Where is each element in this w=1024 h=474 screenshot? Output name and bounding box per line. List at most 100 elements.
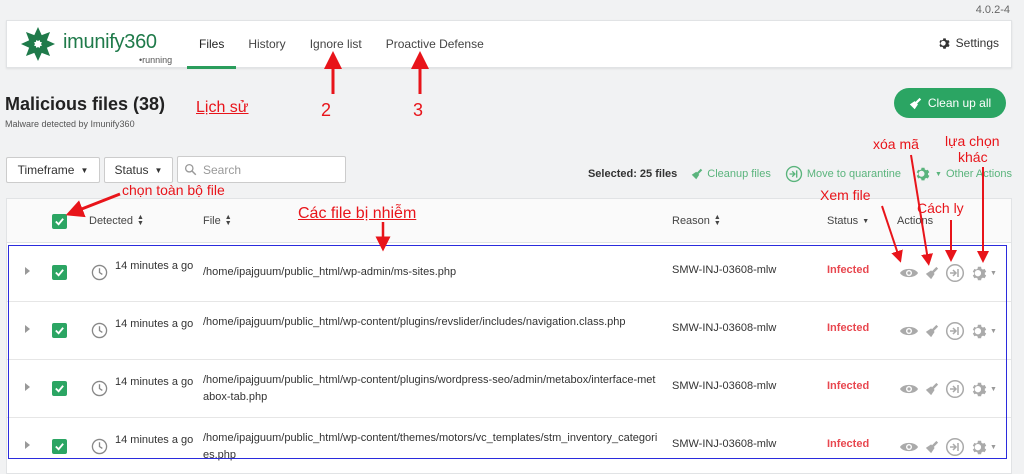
gear-icon	[972, 440, 987, 454]
status-filter-label: Status	[114, 163, 149, 177]
search-box[interactable]	[177, 156, 346, 183]
check-icon	[55, 218, 64, 226]
table-row[interactable]: 14 minutes a go /home/ipajguum/public_ht…	[7, 244, 1011, 302]
expand-row-icon[interactable]	[25, 267, 30, 275]
row-checkbox[interactable]	[52, 265, 67, 280]
status-badge: Infected	[827, 380, 870, 392]
column-detected-label: Detected	[89, 215, 134, 227]
more-actions-button[interactable]: ▼	[971, 381, 997, 398]
caret-down-icon: ▼	[990, 327, 997, 335]
broom-icon[interactable]	[925, 440, 939, 454]
search-icon	[184, 163, 197, 176]
brand-logo[interactable]: imunify360 •running	[19, 25, 189, 65]
page-title: Malicious files (38)	[5, 94, 166, 114]
main-nav: Files History Ignore list Proactive Defe…	[187, 21, 496, 69]
eye-icon[interactable]	[899, 324, 919, 338]
check-icon	[55, 385, 64, 393]
brand-status: •running	[139, 55, 173, 65]
reason-code: SMW-INJ-03608-mlw	[672, 322, 777, 334]
reason-code: SMW-INJ-03608-mlw	[672, 264, 777, 276]
table-row[interactable]: 14 minutes a go /home/ipajguum/public_ht…	[7, 302, 1011, 360]
row-actions: ▼	[899, 379, 997, 399]
timeframe-dropdown[interactable]: Timeframe ▼	[6, 157, 100, 183]
gear-icon	[972, 324, 987, 338]
page-subtitle: Malware detected by Imunify360	[5, 119, 135, 129]
nav-tab-files[interactable]: Files	[187, 21, 237, 69]
row-checkbox[interactable]	[52, 323, 67, 338]
settings-button[interactable]: Settings	[938, 36, 999, 50]
quarantine-icon[interactable]	[945, 437, 965, 457]
select-all-checkbox[interactable]	[52, 214, 67, 229]
quarantine-icon	[785, 165, 802, 183]
caret-down-icon: ▼	[154, 165, 163, 175]
detected-time: 14 minutes a go	[115, 260, 194, 272]
imunify-logo-icon	[21, 27, 55, 61]
caret-down-icon: ▼	[80, 165, 89, 175]
table-header: Detected ▲ ▼ File ▲ ▼ Reason ▲ ▼ Status ▼ A…	[7, 199, 1011, 243]
broom-icon[interactable]	[925, 324, 939, 338]
eye-icon[interactable]	[899, 266, 919, 280]
more-actions-button[interactable]: ▼	[971, 439, 997, 456]
sort-icon: ▲ ▼	[713, 214, 721, 227]
broom-icon	[692, 168, 703, 180]
table-row[interactable]: 14 minutes a go /home/ipajguum/public_ht…	[7, 418, 1011, 474]
quarantine-icon[interactable]	[945, 379, 965, 399]
column-file[interactable]: File ▲ ▼	[203, 214, 232, 227]
cleanup-files-button[interactable]: Cleanup files	[691, 168, 771, 180]
settings-label: Settings	[955, 36, 999, 50]
annotation-cac-file: Các file bị nhiễm	[298, 205, 417, 222]
expand-row-icon[interactable]	[25, 325, 30, 333]
detected-time: 14 minutes a go	[115, 318, 194, 330]
broom-icon[interactable]	[925, 266, 939, 280]
table-row[interactable]: 14 minutes a go /home/ipajguum/public_ht…	[7, 360, 1011, 418]
clock-icon	[91, 322, 108, 339]
more-actions-button[interactable]: ▼	[971, 323, 997, 340]
check-icon	[55, 443, 64, 451]
expand-row-icon[interactable]	[25, 383, 30, 391]
row-checkbox[interactable]	[52, 381, 67, 396]
clock-icon	[91, 380, 108, 397]
reason-code: SMW-INJ-03608-mlw	[672, 438, 777, 450]
annotation-chon-toan-bo: chọn toàn bộ file	[122, 182, 225, 198]
other-actions-button[interactable]: ▼ Other Actions	[915, 166, 1012, 182]
sort-icon: ▲ ▼	[137, 214, 144, 227]
eye-icon[interactable]	[899, 440, 919, 454]
search-input[interactable]	[203, 162, 333, 177]
quarantine-icon[interactable]	[945, 321, 965, 341]
column-status[interactable]: Status ▼	[827, 215, 869, 227]
caret-down-icon: ▼	[990, 269, 997, 277]
cleanup-files-label: Cleanup files	[707, 168, 771, 180]
expand-row-icon[interactable]	[25, 441, 30, 449]
quarantine-icon[interactable]	[945, 263, 965, 283]
clean-up-all-button[interactable]: Clean up all	[894, 88, 1006, 118]
version-label: 4.0.2-4	[975, 4, 1010, 16]
status-badge: Infected	[827, 264, 870, 276]
brand-status-text: running	[142, 55, 173, 65]
nav-tab-history[interactable]: History	[236, 21, 297, 69]
malicious-files-table: Detected ▲ ▼ File ▲ ▼ Reason ▲ ▼ Status ▼ A…	[6, 198, 1012, 474]
annotation-number-3: 3	[413, 100, 424, 120]
column-status-label: Status	[827, 215, 859, 227]
gear-icon	[939, 37, 950, 49]
annotation-cach-ly: Cách ly	[917, 200, 964, 216]
caret-down-icon: ▼	[935, 170, 942, 178]
other-actions-label: Other Actions	[945, 168, 1012, 180]
more-actions-button[interactable]: ▼	[971, 265, 997, 282]
row-actions: ▼	[899, 263, 997, 283]
broom-icon[interactable]	[925, 382, 939, 396]
reason-code: SMW-INJ-03608-mlw	[672, 380, 777, 392]
row-checkbox[interactable]	[52, 439, 67, 454]
eye-icon[interactable]	[899, 382, 919, 396]
clock-icon	[91, 438, 108, 455]
detected-time: 14 minutes a go	[115, 376, 194, 388]
nav-tab-ignore-list[interactable]: Ignore list	[298, 21, 374, 69]
move-to-quarantine-button[interactable]: Move to quarantine	[785, 165, 901, 183]
nav-tab-proactive-defense[interactable]: Proactive Defense	[374, 21, 496, 69]
caret-down-icon: ▼	[990, 385, 997, 393]
sort-icon: ▲ ▼	[224, 214, 232, 227]
check-icon	[55, 269, 64, 277]
column-reason[interactable]: Reason ▲ ▼	[672, 214, 721, 227]
column-detected[interactable]: Detected ▲ ▼	[89, 214, 144, 227]
annotation-khac: khác	[958, 149, 988, 165]
status-dropdown[interactable]: Status ▼	[104, 157, 173, 183]
